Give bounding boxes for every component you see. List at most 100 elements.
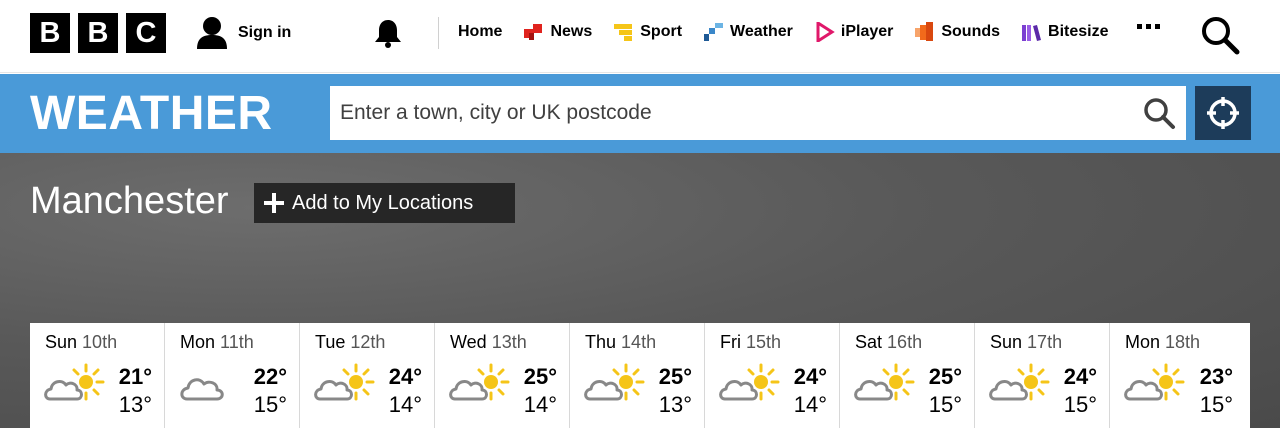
nav-item-iplayer[interactable]: iPlayer xyxy=(815,22,893,42)
notifications-bell-icon[interactable] xyxy=(372,17,404,49)
sign-in-link[interactable]: Sign in xyxy=(196,16,291,50)
plus-icon xyxy=(264,193,284,213)
forecast-day-label: Sat 16th xyxy=(855,332,922,353)
forecast-day[interactable]: Fri 15th 24° 14° xyxy=(705,323,840,428)
sport-icon xyxy=(614,24,633,41)
forecast-day-name: Thu xyxy=(585,332,617,352)
forecast-day[interactable]: Sat 16th 25° 15° xyxy=(840,323,975,428)
weather-icon xyxy=(704,23,724,41)
add-to-my-locations-button[interactable]: Add to My Locations xyxy=(254,183,515,223)
forecast-day-date: 18th xyxy=(1165,332,1201,352)
forecast-day-label: Sun 10th xyxy=(45,332,117,353)
forecast-day-name: Fri xyxy=(720,332,741,352)
forecast-low-temp: 14° xyxy=(523,392,557,417)
forecast-day-date: 10th xyxy=(82,332,118,352)
forecast-day-label: Thu 14th xyxy=(585,332,656,353)
forecast-day[interactable]: Wed 13th 25° 14° xyxy=(435,323,570,428)
nav-item-label: iPlayer xyxy=(840,23,894,40)
forecast-day-date: 17th xyxy=(1027,332,1063,352)
nav-item-news[interactable]: News xyxy=(524,22,592,42)
forecast-day[interactable]: Mon 11th 22° 15° xyxy=(165,323,300,428)
forecast-day-label: Sun 17th xyxy=(990,332,1062,353)
sun-cloud-icon xyxy=(314,363,375,401)
forecast-low-temp: 15° xyxy=(253,392,287,417)
bbc-logo-block: B xyxy=(30,13,70,53)
nav-item-sounds[interactable]: Sounds xyxy=(915,22,1000,42)
nav-item-bitesize[interactable]: Bitesize xyxy=(1022,22,1109,42)
nav-item-label: News xyxy=(550,23,593,40)
forecast-day-name: Tue xyxy=(315,332,346,352)
sun-cloud-icon xyxy=(44,363,105,401)
nav-item-label: Sounds xyxy=(941,23,1001,40)
nav-item-label: Sport xyxy=(640,23,683,40)
more-dot xyxy=(1146,24,1151,29)
forecast-day-label: Tue 12th xyxy=(315,332,385,353)
bitesize-icon xyxy=(1022,25,1042,41)
forecast-day[interactable]: Sun 10th 21° 13° xyxy=(30,323,165,428)
search-submit-icon[interactable] xyxy=(1140,94,1178,132)
forecast-days-strip: Sun 10th 21° 13° Mon 11th 22° 15° Tue 12th 24° 1… xyxy=(30,323,1250,428)
location-name: Manchester xyxy=(30,180,229,222)
sounds-icon xyxy=(915,22,934,41)
search-icon[interactable] xyxy=(1200,15,1240,55)
weather-header-bar: WEATHER xyxy=(0,74,1280,153)
nav-item-label: Bitesize xyxy=(1048,23,1109,40)
nav-item-sport[interactable]: Sport xyxy=(614,22,682,42)
forecast-day-name: Mon xyxy=(180,332,216,352)
locate-me-button[interactable] xyxy=(1195,86,1251,140)
forecast-day[interactable]: Mon 18th 23° 15° xyxy=(1110,323,1245,428)
forecast-day-name: Mon xyxy=(1125,332,1161,352)
forecast-day-name: Sat xyxy=(855,332,883,352)
bbc-logo-block: C xyxy=(126,13,166,53)
nav-links: Home News Sport Weather iPlayer Sounds B… xyxy=(458,22,1131,42)
more-dot xyxy=(1155,24,1160,29)
forecast-low-temp: 14° xyxy=(388,392,422,417)
forecast-day-label: Wed 13th xyxy=(450,332,527,353)
bbc-logo-block: B xyxy=(78,13,118,53)
forecast-day-label: Fri 15th xyxy=(720,332,781,353)
sun-cloud-icon xyxy=(1124,363,1185,401)
forecast-low-temp: 15° xyxy=(928,392,962,417)
more-menu-icon[interactable] xyxy=(1137,24,1160,29)
forecast-day-date: 11th xyxy=(220,332,254,352)
forecast-low-temp: 13° xyxy=(658,392,692,417)
forecast-high-temp: 23° xyxy=(1199,364,1233,389)
forecast-high-temp: 21° xyxy=(118,364,152,389)
forecast-low-temp: 14° xyxy=(793,392,827,417)
account-icon xyxy=(197,17,227,49)
sun-cloud-icon xyxy=(719,363,780,401)
global-nav: B B C Sign in Home News Sport Weather iP… xyxy=(0,0,1280,73)
forecast-high-temp: 22° xyxy=(253,364,287,389)
sun-cloud-icon xyxy=(584,363,645,401)
nav-divider xyxy=(438,17,439,49)
forecast-high-temp: 24° xyxy=(1063,364,1097,389)
forecast-high-temp: 24° xyxy=(793,364,827,389)
forecast-day-date: 15th xyxy=(746,332,782,352)
forecast-day-date: 16th xyxy=(887,332,923,352)
forecast-day-date: 13th xyxy=(491,332,527,352)
forecast-day[interactable]: Thu 14th 25° 13° xyxy=(570,323,705,428)
forecast-day-name: Wed xyxy=(450,332,487,352)
forecast-day-date: 14th xyxy=(621,332,657,352)
more-dot xyxy=(1137,24,1142,29)
forecast-day-date: 12th xyxy=(350,332,386,352)
location-search-input[interactable] xyxy=(330,86,1120,140)
forecast-day-name: Sun xyxy=(45,332,78,352)
nav-item-weather[interactable]: Weather xyxy=(704,22,793,42)
forecast-day[interactable]: Sun 17th 24° 15° xyxy=(975,323,1110,428)
nav-item-label: Home xyxy=(458,23,503,40)
bbc-logo[interactable]: B B C xyxy=(30,13,166,53)
forecast-high-temp: 25° xyxy=(928,364,962,389)
news-icon xyxy=(524,24,543,40)
forecast-high-temp: 25° xyxy=(523,364,557,389)
sun-cloud-icon xyxy=(854,363,915,401)
cloud-icon xyxy=(180,378,224,401)
forecast-day[interactable]: Tue 12th 24° 14° xyxy=(300,323,435,428)
nav-item-home[interactable]: Home xyxy=(458,23,502,41)
location-search xyxy=(330,86,1186,140)
nav-item-label: Weather xyxy=(730,23,793,40)
forecast-day-name: Sun xyxy=(990,332,1023,352)
weather-title[interactable]: WEATHER xyxy=(30,86,273,141)
forecast-low-temp: 15° xyxy=(1199,392,1233,417)
iplayer-icon xyxy=(816,22,835,42)
